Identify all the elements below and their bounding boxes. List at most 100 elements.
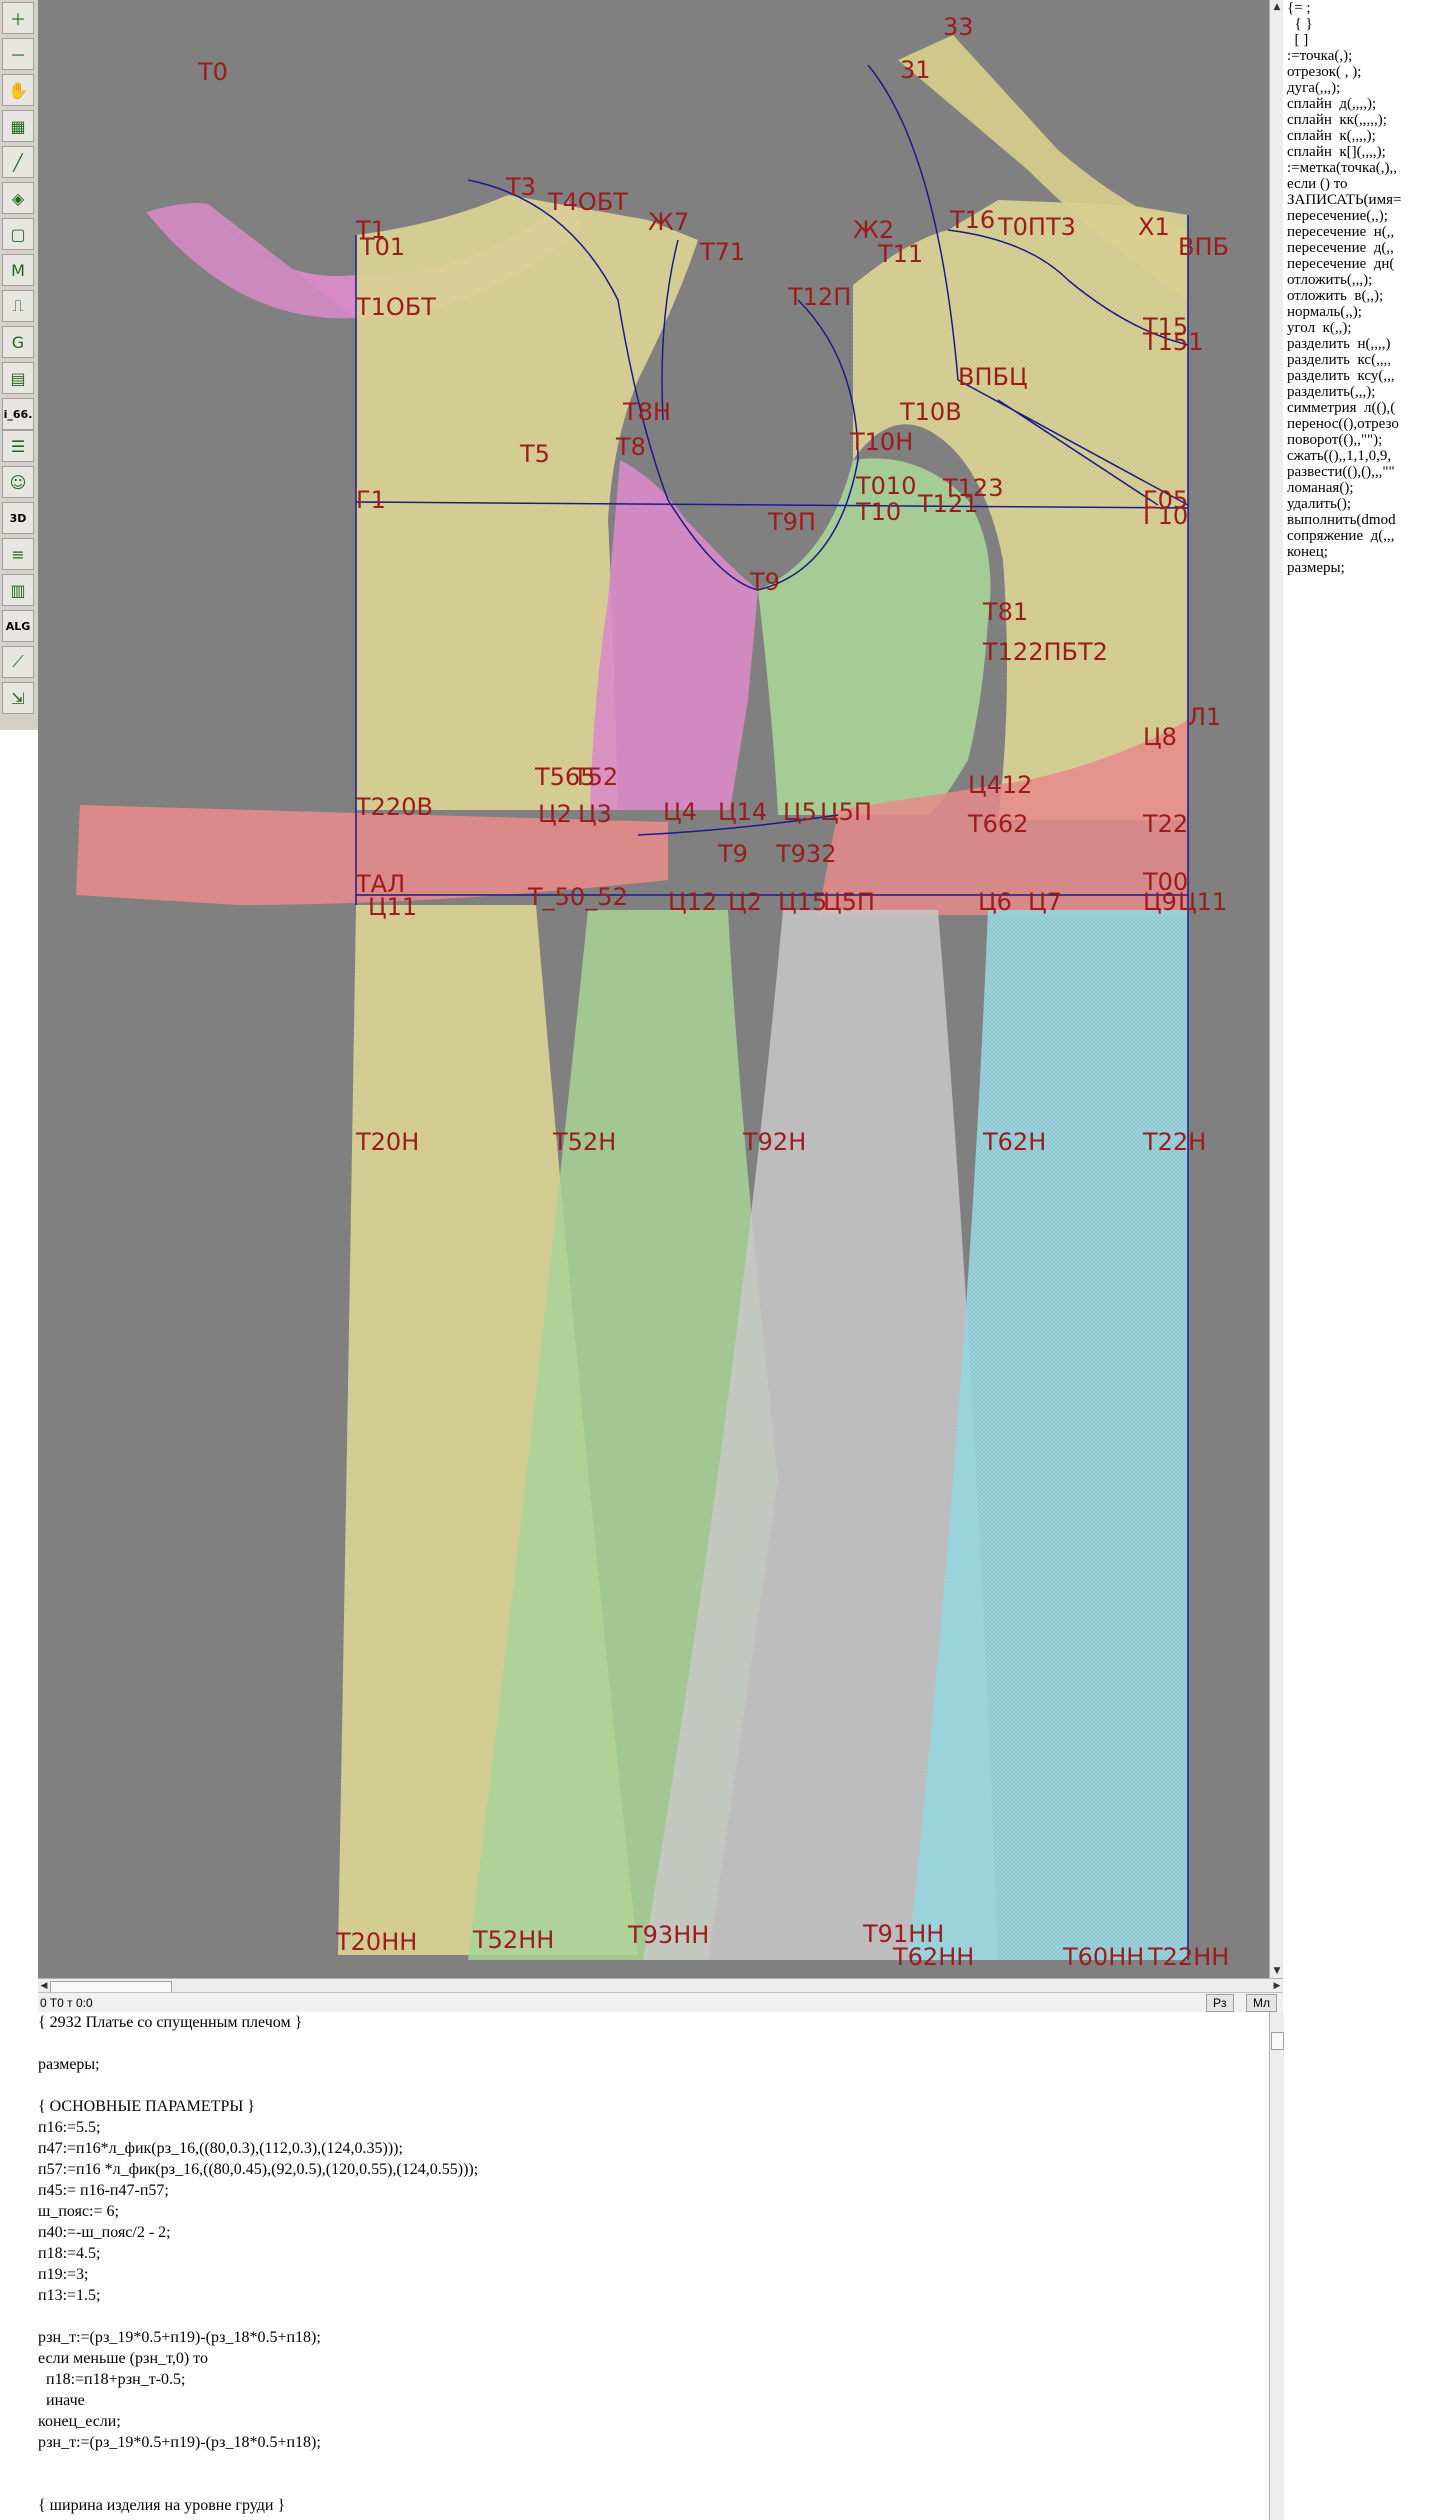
canvas-vertical-scrollbar[interactable]: ▲ ▼ [1269, 0, 1284, 1978]
code-line: если меньше (рзн_т,0) то [38, 2350, 208, 2367]
rz-button[interactable]: Рз [1206, 1994, 1234, 2012]
svg-text:T4ОБТ: T4ОБТ [547, 188, 628, 216]
svg-text:T0ПТ3: T0ПТ3 [997, 213, 1076, 241]
scroll-left-arrow-icon[interactable]: ◀ [38, 1979, 50, 1993]
avatar-icon[interactable]: ☺ [2, 466, 34, 498]
svg-text:T71: T71 [699, 238, 745, 266]
svg-text:Л1: Л1 [1188, 703, 1221, 731]
cursor-coordinates: 0 T0 т 0:0 [40, 1996, 93, 2010]
zoom-in-icon[interactable]: ＋ [2, 2, 34, 34]
export-icon[interactable]: ⇲ [2, 682, 34, 714]
measure-icon[interactable]: ⟋ [2, 646, 34, 678]
model-tool-icon[interactable]: M [2, 254, 34, 286]
command-item[interactable]: угол к(,,); [1283, 320, 1440, 336]
command-item[interactable]: сопряжение д(,,, [1283, 528, 1440, 544]
command-list[interactable]: {= ; { } [ ]:=точка(,); отрезок( , ); дуга… [1283, 0, 1440, 1992]
svg-text:T8Н: T8Н [622, 398, 671, 426]
code-line: п45:= п16-п47-п57; [38, 2182, 169, 2199]
svg-text:Ц5П: Ц5П [823, 888, 875, 916]
command-item[interactable]: ЗАПИСАТЬ(имя= [1283, 192, 1440, 208]
command-item[interactable]: { } [1283, 16, 1440, 32]
command-item[interactable]: перенос((),отрезо [1283, 416, 1440, 432]
command-item[interactable]: отложить(,,,); [1283, 272, 1440, 288]
command-item[interactable]: отрезок( , ); [1283, 64, 1440, 80]
ml-button[interactable]: Мл [1246, 1994, 1277, 2012]
editor-scroll-thumb[interactable] [1271, 2032, 1284, 2050]
svg-text:T010: T010 [855, 472, 916, 500]
command-item[interactable]: сплайн к(,,,,); [1283, 128, 1440, 144]
command-item[interactable]: размеры; [1283, 560, 1440, 576]
grid-icon[interactable]: ▦ [2, 110, 34, 142]
command-item[interactable]: пересечение д(,, [1283, 240, 1440, 256]
books-icon[interactable]: ▥ [2, 574, 34, 606]
view-3d-icon[interactable]: 3D [2, 502, 34, 534]
code-line: { ОСНОВНЫЕ ПАРАМЕТРЫ } [38, 2098, 255, 2115]
command-item[interactable]: конец; [1283, 544, 1440, 560]
command-item[interactable]: разделить(,,,); [1283, 384, 1440, 400]
svg-text:T5: T5 [519, 440, 550, 468]
svg-text:T220В: T220В [355, 793, 433, 821]
neck-facing-piece[interactable] [146, 203, 356, 319]
command-item[interactable]: симметрия л((),( [1283, 400, 1440, 416]
command-item[interactable]: если () то [1283, 176, 1440, 192]
scan-tool-icon[interactable]: ▤ [2, 362, 34, 394]
command-item[interactable]: сплайн кк(,,,,,); [1283, 112, 1440, 128]
side-bodice-piece[interactable] [590, 460, 758, 810]
svg-text:T0: T0 [197, 58, 228, 86]
command-item[interactable]: пересечение дн( [1283, 256, 1440, 272]
command-item[interactable]: пересечение(,,); [1283, 208, 1440, 224]
zoom-out-icon[interactable]: － [2, 38, 34, 70]
command-item[interactable]: развести((),(),,,"" [1283, 464, 1440, 480]
svg-text:T60НН: T60НН [1062, 1943, 1144, 1971]
code-line: конец_если; [38, 2413, 121, 2430]
svg-text:Ц11: Ц11 [1178, 888, 1227, 916]
svg-text:T9: T9 [717, 840, 748, 868]
piece-tool-icon[interactable]: ▢ [2, 218, 34, 250]
fill-tool-icon[interactable]: ◈ [2, 182, 34, 214]
svg-text:Ц9: Ц9 [1143, 888, 1177, 916]
command-item[interactable]: дуга(,,,); [1283, 80, 1440, 96]
scroll-up-arrow-icon[interactable]: ▲ [1270, 0, 1284, 14]
group-tool-icon[interactable]: G [2, 326, 34, 358]
command-item[interactable]: удалить(); [1283, 496, 1440, 512]
pattern-drawing[interactable]: T0 T3 T4ОБТ Ж7 T71 T1 T01 T1ОБТ T5 T8Н T… [38, 0, 1269, 1978]
svg-text:Ц15: Ц15 [778, 888, 827, 916]
command-item[interactable]: :=метка(точка(,),, [1283, 160, 1440, 176]
model-file-label[interactable]: i_66. [2, 398, 34, 430]
command-item[interactable]: :=точка(,); [1283, 48, 1440, 64]
command-item[interactable]: разделить кс(,,,, [1283, 352, 1440, 368]
svg-text:T10: T10 [855, 498, 901, 526]
command-item[interactable]: разделить н(,,,,) [1283, 336, 1440, 352]
line-tool-icon[interactable]: ╱ [2, 146, 34, 178]
svg-text:Ц8: Ц8 [1143, 723, 1177, 751]
list-icon[interactable]: ☰ [2, 430, 34, 462]
command-item[interactable]: сплайн д(,,,,); [1283, 96, 1440, 112]
svg-text:T9: T9 [749, 568, 780, 596]
command-item[interactable]: {= ; [1283, 0, 1440, 16]
command-item[interactable]: [ ] [1283, 32, 1440, 48]
scroll-right-arrow-icon[interactable]: ▶ [1271, 1979, 1283, 1993]
command-item[interactable]: поворот((),,""); [1283, 432, 1440, 448]
pattern-canvas[interactable]: T0 T3 T4ОБТ Ж7 T71 T1 T01 T1ОБТ T5 T8Н T… [38, 0, 1269, 1978]
pan-icon[interactable]: ✋ [2, 74, 34, 106]
command-item[interactable]: нормаль(,,); [1283, 304, 1440, 320]
command-item[interactable]: выполнить(dmod [1283, 512, 1440, 528]
algorithm-editor[interactable]: { 2932 Платье со спущенным плечом } разме… [38, 2012, 1269, 2520]
command-item[interactable]: сплайн к[](,,,,); [1283, 144, 1440, 160]
editor-vertical-scrollbar[interactable] [1269, 2012, 1284, 2520]
command-item[interactable]: разделить ксу(,,, [1283, 368, 1440, 384]
pattern-tool-icon[interactable]: ⎍ [2, 290, 34, 322]
command-item[interactable]: отложить в(,,); [1283, 288, 1440, 304]
svg-text:Ж7: Ж7 [648, 208, 689, 236]
svg-text:T93НН: T93НН [627, 1921, 709, 1949]
scroll-down-arrow-icon[interactable]: ▼ [1270, 1964, 1284, 1978]
layers-icon[interactable]: ≡ [2, 538, 34, 570]
canvas-horizontal-scrollbar[interactable]: ◀ ▶ [38, 1978, 1283, 1993]
command-item[interactable]: сжать((),,1,1,0,9, [1283, 448, 1440, 464]
algorithm-icon[interactable]: ALG [2, 610, 34, 642]
svg-text:X1: X1 [1138, 213, 1170, 241]
command-item[interactable]: ломаная(); [1283, 480, 1440, 496]
command-item[interactable]: пересечение н(,, [1283, 224, 1440, 240]
code-line: п18:=4.5; [38, 2245, 101, 2262]
